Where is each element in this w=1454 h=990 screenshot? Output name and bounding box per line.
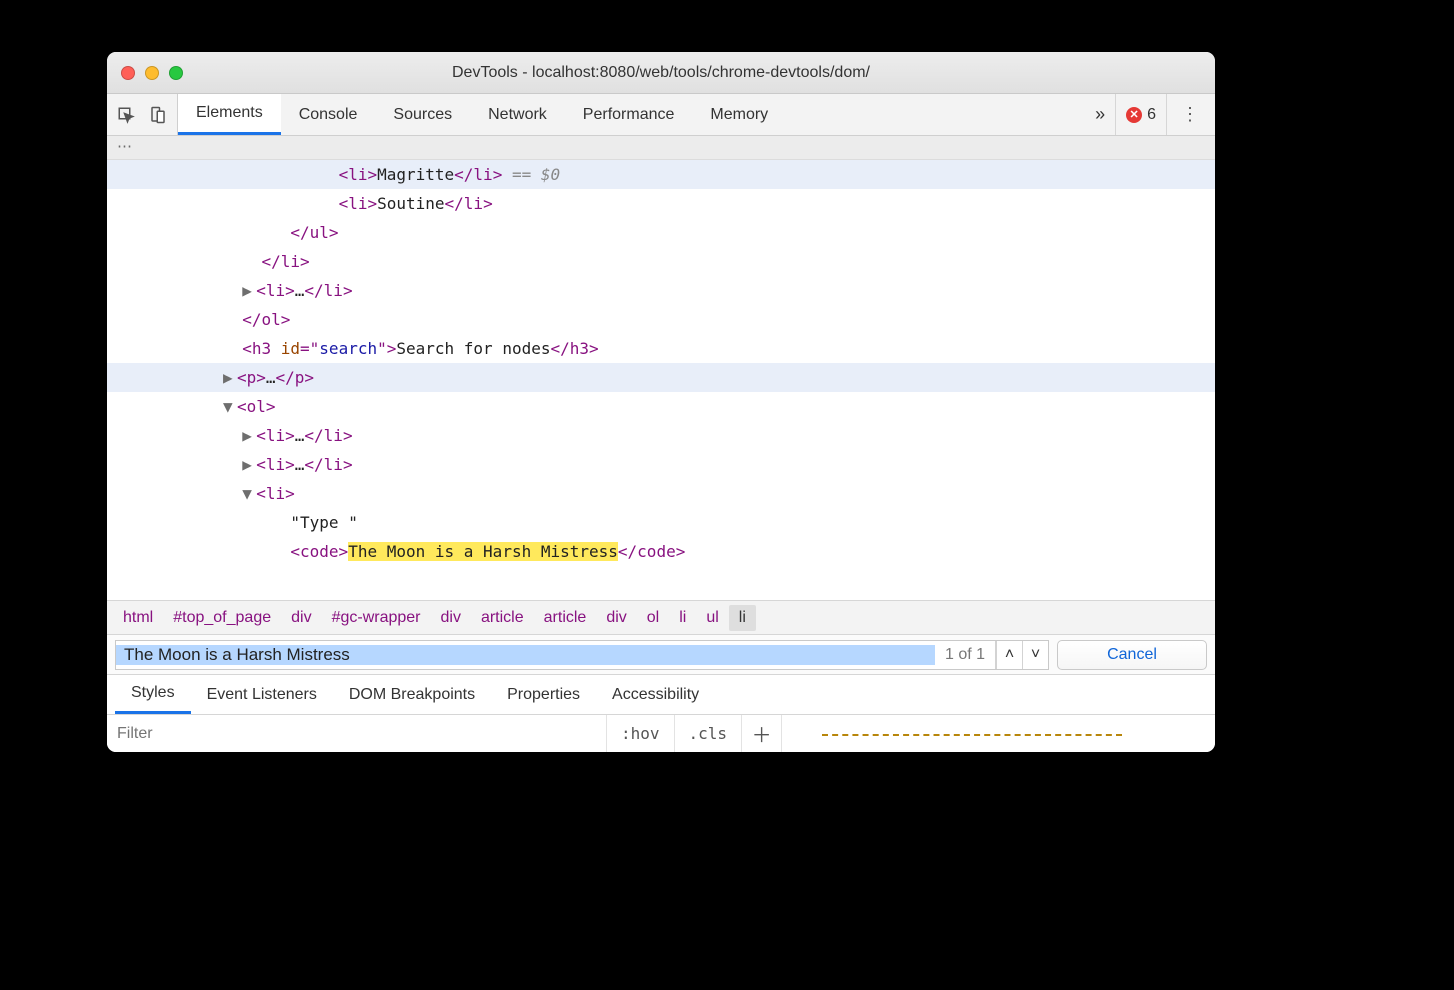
breadcrumb-item[interactable]: div <box>596 605 636 631</box>
breadcrumb-item[interactable]: div <box>431 605 471 631</box>
breadcrumb-item[interactable]: article <box>534 605 597 631</box>
minimize-icon[interactable] <box>145 66 159 80</box>
subtab-accessibility[interactable]: Accessibility <box>596 675 715 714</box>
tree-node[interactable]: "Type " <box>107 508 1215 537</box>
search-box: 1 of 1 ˄ ˅ <box>115 640 1049 670</box>
tab-sources[interactable]: Sources <box>375 94 470 135</box>
tree-node[interactable]: ▶<li>…</li> <box>107 450 1215 479</box>
tree-node[interactable]: <li>Soutine</li> <box>107 189 1215 218</box>
breadcrumb-item[interactable]: article <box>471 605 534 631</box>
breadcrumb-item[interactable]: ol <box>637 605 669 631</box>
kebab-icon[interactable]: ⋮ <box>1166 94 1215 135</box>
cancel-button[interactable]: Cancel <box>1057 640 1207 670</box>
tab-memory[interactable]: Memory <box>692 94 786 135</box>
text-magritte: Magritte <box>377 165 454 184</box>
tree-node[interactable]: </ol> <box>107 305 1215 334</box>
new-style-rule-icon[interactable]: ＋ <box>742 715 782 752</box>
search-prev-icon[interactable]: ˄ <box>996 641 1022 669</box>
panel-tabs: Elements Console Sources Network Perform… <box>178 94 1085 135</box>
tree-node[interactable]: ▶<li>…</li> <box>107 276 1215 305</box>
subtab-properties[interactable]: Properties <box>491 675 596 714</box>
traffic-lights <box>107 66 183 80</box>
breadcrumb-item-current[interactable]: li <box>729 605 756 631</box>
tab-performance[interactable]: Performance <box>565 94 693 135</box>
close-icon[interactable] <box>121 66 135 80</box>
tree-node[interactable]: ▼<li> <box>107 479 1215 508</box>
tab-console[interactable]: Console <box>281 94 376 135</box>
tree-node[interactable]: </li> <box>107 247 1215 276</box>
error-icon: ✕ <box>1126 107 1142 123</box>
tree-node[interactable]: ▼<ol> <box>107 392 1215 421</box>
dom-tree[interactable]: <li>Magritte</li> == $0 <li>Soutine</li>… <box>107 160 1215 600</box>
breadcrumb-item[interactable]: html <box>113 605 163 631</box>
tree-node[interactable]: <h3 id="search">Search for nodes</h3> <box>107 334 1215 363</box>
breadcrumb-item[interactable]: #top_of_page <box>163 605 281 631</box>
subtab-dom-breakpoints[interactable]: DOM Breakpoints <box>333 675 491 714</box>
breadcrumb-item[interactable]: ul <box>696 605 728 631</box>
devtools-window: DevTools - localhost:8080/web/tools/chro… <box>107 52 1215 752</box>
styles-toolbar: :hov .cls ＋ <box>107 714 1215 752</box>
tree-node[interactable]: ▶<li>…</li> <box>107 421 1215 450</box>
styles-filter-input[interactable] <box>117 725 596 743</box>
breadcrumb-item[interactable]: li <box>669 605 696 631</box>
breadcrumb-item[interactable]: #gc-wrapper <box>322 605 431 631</box>
tree-node-selected[interactable]: <li>Magritte</li> == $0 <box>107 160 1215 189</box>
error-count: 6 <box>1147 106 1156 124</box>
subtab-styles[interactable]: Styles <box>115 675 191 714</box>
inspect-icon[interactable] <box>115 106 137 124</box>
selected-marker: == $0 <box>502 165 560 184</box>
search-bar: 1 of 1 ˄ ˅ Cancel <box>107 634 1215 674</box>
error-badge[interactable]: ✕ 6 <box>1115 94 1166 135</box>
overflow-tabs-icon[interactable]: » <box>1085 104 1115 125</box>
hov-toggle[interactable]: :hov <box>607 715 675 752</box>
tab-network[interactable]: Network <box>470 94 565 135</box>
search-input[interactable] <box>116 645 935 665</box>
styles-tabs: Styles Event Listeners DOM Breakpoints P… <box>107 674 1215 714</box>
subtab-event-listeners[interactable]: Event Listeners <box>191 675 333 714</box>
tree-node[interactable]: </ul> <box>107 218 1215 247</box>
search-count: 1 of 1 <box>935 641 996 669</box>
breadcrumb-item[interactable]: div <box>281 605 321 631</box>
box-model-fragment <box>822 734 1122 738</box>
window-title: DevTools - localhost:8080/web/tools/chro… <box>107 64 1215 82</box>
search-next-icon[interactable]: ˅ <box>1022 641 1048 669</box>
tree-node[interactable]: ▶<p>…</p> <box>107 363 1215 392</box>
device-icon[interactable] <box>147 106 169 124</box>
cls-toggle[interactable]: .cls <box>675 715 743 752</box>
search-match: The Moon is a Harsh Mistress <box>348 542 618 561</box>
tab-elements[interactable]: Elements <box>178 94 281 135</box>
tree-node[interactable]: <code>The Moon is a Harsh Mistress</code… <box>107 537 1215 566</box>
titlebar: DevTools - localhost:8080/web/tools/chro… <box>107 52 1215 94</box>
zoom-icon[interactable] <box>169 66 183 80</box>
toolbar: Elements Console Sources Network Perform… <box>107 94 1215 136</box>
collapsed-ancestors-bar[interactable]: ⋯ <box>107 136 1215 160</box>
breadcrumb: html #top_of_page div #gc-wrapper div ar… <box>107 600 1215 634</box>
text-soutine: Soutine <box>377 194 444 213</box>
